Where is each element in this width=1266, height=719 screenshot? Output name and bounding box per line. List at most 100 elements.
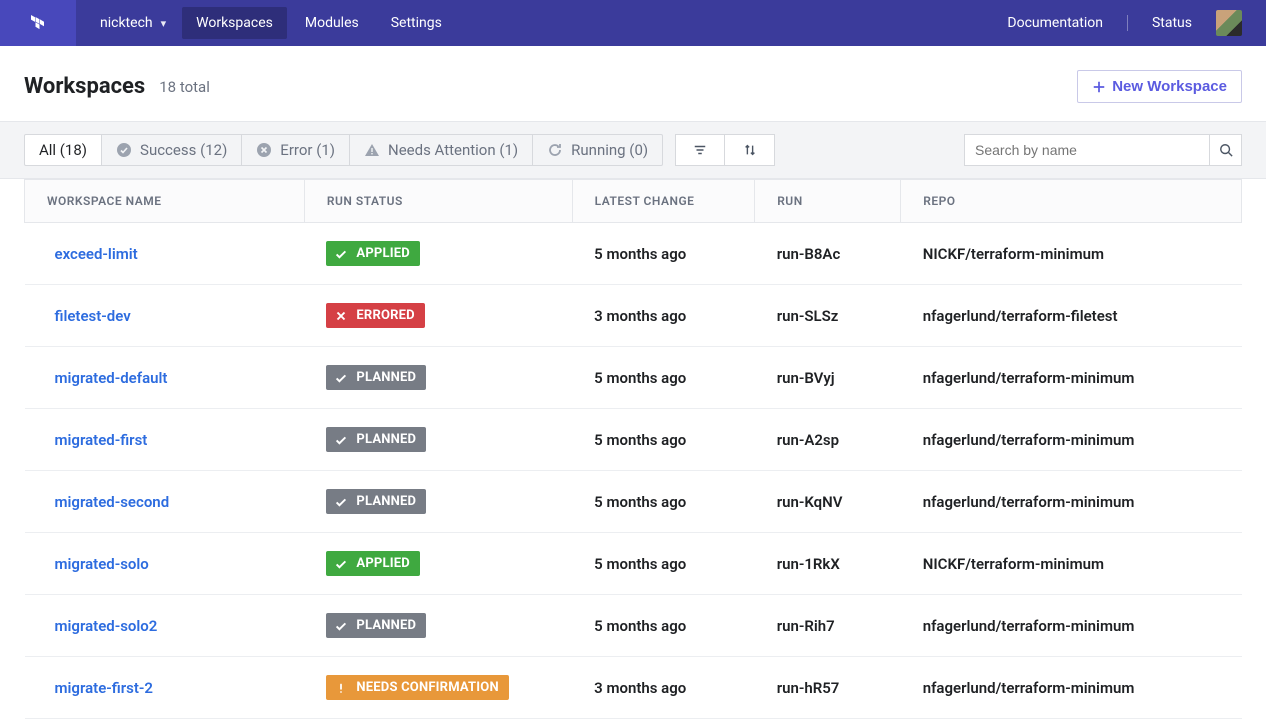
workspace-link[interactable]: migrated-first — [55, 431, 148, 449]
top-nav: nicktech ▾ Workspaces Modules Settings D… — [0, 0, 1266, 46]
user-avatar[interactable] — [1216, 10, 1242, 36]
nav-link-status[interactable]: Status — [1152, 15, 1192, 31]
col-name: WORKSPACE NAME — [25, 180, 305, 223]
repo-name: nfagerlund/terraform-minimum — [901, 471, 1242, 533]
col-repo: REPO — [901, 180, 1242, 223]
status-badge: PLANNED — [326, 365, 426, 390]
run-id: run-BVyj — [755, 347, 901, 409]
workspace-link[interactable]: migrate-first-2 — [55, 679, 153, 697]
workspace-link[interactable]: exceed-limit — [55, 245, 138, 263]
workspace-link[interactable]: migrated-solo2 — [55, 617, 158, 635]
nav-tab-modules[interactable]: Modules — [291, 7, 373, 39]
run-id: run-SLSz — [755, 285, 901, 347]
terraform-icon — [30, 15, 46, 31]
repo-name: NICKF/terraform-minimum — [901, 533, 1242, 595]
run-id: run-1RkX — [755, 533, 901, 595]
repo-name: nfagerlund/terraform-minimum — [901, 595, 1242, 657]
run-id: run-A2sp — [755, 409, 901, 471]
status-label: PLANNED — [356, 432, 416, 447]
nav-tab-workspaces[interactable]: Workspaces — [182, 7, 287, 39]
filter-button[interactable] — [675, 134, 725, 166]
latest-change: 3 months ago — [572, 657, 755, 719]
check-icon — [334, 619, 348, 633]
repo-name: NICKF/terraform-minimum — [901, 223, 1242, 285]
toolbar: All (18) Success (12) Error (1) Needs At… — [0, 121, 1266, 179]
workspace-link[interactable]: migrated-second — [55, 493, 170, 511]
col-run: RUN — [755, 180, 901, 223]
filter-all[interactable]: All (18) — [24, 134, 102, 166]
org-switcher[interactable]: nicktech ▾ — [100, 15, 166, 31]
filter-icon — [693, 143, 707, 157]
terraform-logo[interactable] — [0, 0, 76, 46]
chevron-down-icon: ▾ — [161, 17, 167, 30]
latest-change: 5 months ago — [572, 409, 755, 471]
status-badge: PLANNED — [326, 427, 426, 452]
new-workspace-label: New Workspace — [1112, 78, 1227, 95]
status-label: NEEDS CONFIRMATION — [356, 680, 498, 695]
status-badge: PLANNED — [326, 613, 426, 638]
status-badge: APPLIED — [326, 551, 420, 576]
table-row: migrated-solo APPLIED 5 months agorun-1RkX… — [25, 533, 1242, 595]
check-icon — [334, 433, 348, 447]
latest-change: 5 months ago — [572, 595, 755, 657]
search-group — [964, 134, 1242, 166]
col-latest: LATEST CHANGE — [572, 180, 755, 223]
repo-name: nfagerlund/terraform-minimum — [901, 409, 1242, 471]
table-row: filetest-dev ERRORED 3 months agorun-SLSzn… — [25, 285, 1242, 347]
view-controls — [675, 134, 775, 166]
run-id: run-B8Ac — [755, 223, 901, 285]
check-icon — [334, 557, 348, 571]
filter-success[interactable]: Success (12) — [102, 134, 242, 166]
latest-change: 5 months ago — [572, 223, 755, 285]
exclamation-icon — [334, 681, 348, 695]
table-row: migrated-solo2PLANNED5 months agorun-Rih… — [25, 595, 1242, 657]
org-name: nicktech — [100, 15, 153, 31]
latest-change: 5 months ago — [572, 347, 755, 409]
filter-running[interactable]: Running (0) — [533, 134, 663, 166]
run-id: run-KqNV — [755, 471, 901, 533]
table-row: migrated-first PLANNED 5 months agorun-A2s… — [25, 409, 1242, 471]
workspace-link[interactable]: migrated-default — [55, 369, 168, 387]
status-label: PLANNED — [356, 494, 416, 509]
table-row: exceed-limit APPLIED 5 months agorun-B8AcN… — [25, 223, 1242, 285]
table-row: migrated-second PLANNED 5 months agorun-Kq… — [25, 471, 1242, 533]
workspace-link[interactable]: filetest-dev — [55, 307, 131, 325]
nav-link-documentation[interactable]: Documentation — [1007, 15, 1103, 31]
check-circle-icon — [116, 142, 132, 158]
check-icon — [334, 495, 348, 509]
status-label: PLANNED — [356, 618, 416, 633]
run-id: run-hR57 — [755, 657, 901, 719]
status-badge: ERRORED — [326, 303, 424, 328]
latest-change: 3 months ago — [572, 285, 755, 347]
repo-name: nfagerlund/terraform-filetest — [901, 285, 1242, 347]
status-label: ERRORED — [356, 308, 414, 323]
page-header: Workspaces 18 total New Workspace — [0, 46, 1266, 121]
status-label: PLANNED — [356, 370, 416, 385]
refresh-icon — [547, 142, 563, 158]
sort-icon — [743, 143, 757, 157]
search-input[interactable] — [964, 134, 1210, 166]
repo-name: nfagerlund/terraform-minimum — [901, 347, 1242, 409]
latest-change: 5 months ago — [572, 533, 755, 595]
workspace-link[interactable]: migrated-solo — [55, 555, 149, 573]
page-title: Workspaces — [24, 74, 145, 99]
sort-button[interactable] — [725, 134, 775, 166]
check-icon — [334, 247, 348, 261]
filter-error[interactable]: Error (1) — [242, 134, 350, 166]
search-button[interactable] — [1210, 134, 1242, 166]
x-circle-icon — [256, 142, 272, 158]
check-icon — [334, 371, 348, 385]
workspaces-table: WORKSPACE NAME RUN STATUS LATEST CHANGE … — [24, 179, 1242, 719]
filter-tabs: All (18) Success (12) Error (1) Needs At… — [24, 134, 663, 166]
alert-triangle-icon — [364, 142, 380, 158]
status-label: APPLIED — [356, 556, 410, 571]
new-workspace-button[interactable]: New Workspace — [1077, 70, 1242, 103]
search-icon — [1219, 143, 1233, 157]
nav-tab-settings[interactable]: Settings — [377, 7, 456, 39]
status-badge: APPLIED — [326, 241, 420, 266]
latest-change: 5 months ago — [572, 471, 755, 533]
plus-icon — [1092, 80, 1106, 94]
x-icon — [334, 309, 348, 323]
workspace-count: 18 total — [159, 78, 210, 96]
filter-needs-attention[interactable]: Needs Attention (1) — [350, 134, 533, 166]
